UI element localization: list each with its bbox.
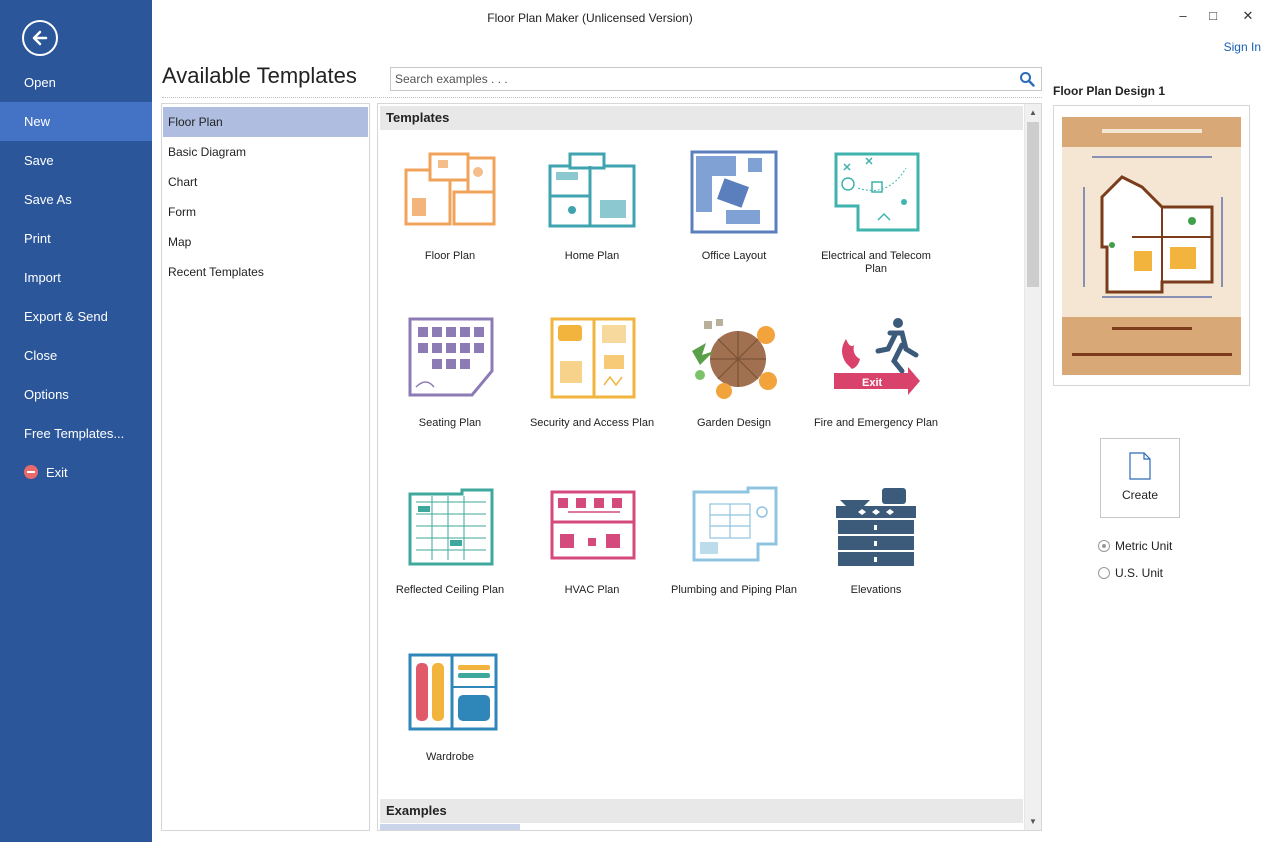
template-floor-plan[interactable]: Floor Plan	[379, 148, 521, 263]
sidebar-item-free-templates[interactable]: Free Templates...	[0, 414, 152, 453]
examples-loading-bar	[380, 824, 520, 830]
electrical-plan-thumbnail	[828, 148, 924, 236]
template-gallery: Templates Floor Plan Home Plan Office La…	[377, 103, 1042, 831]
sign-in-link[interactable]: Sign In	[1224, 40, 1261, 54]
search-input[interactable]	[391, 68, 991, 90]
wardrobe-thumbnail	[402, 649, 498, 737]
template-label: Wardrobe	[426, 751, 474, 763]
sidebar-item-exit[interactable]: Exit	[0, 453, 152, 492]
floor-plan-thumbnail	[402, 148, 498, 236]
maximize-button[interactable]: □	[1199, 6, 1227, 26]
template-fire-emergency[interactable]: Exit Fire and Emergency Plan	[805, 315, 947, 430]
sidebar-item-print[interactable]: Print	[0, 219, 152, 258]
template-hvac-plan[interactable]: HVAC Plan	[521, 482, 663, 597]
category-form[interactable]: Form	[163, 197, 368, 227]
template-reflected-ceiling[interactable]: Reflected Ceiling Plan	[379, 482, 521, 597]
sidebar-item-close[interactable]: Close	[0, 336, 152, 375]
hvac-plan-thumbnail	[544, 482, 640, 570]
template-label: Elevations	[850, 584, 902, 596]
sidebar-menu: Open New Save Save As Print Import Expor…	[0, 63, 152, 492]
page-title: Available Templates	[162, 63, 357, 88]
template-label: Fire and Emergency Plan	[813, 417, 939, 429]
home-plan-thumbnail	[544, 148, 640, 236]
seating-plan-thumbnail	[402, 315, 498, 403]
search-box	[390, 67, 1042, 91]
preview-frame	[1053, 105, 1250, 386]
floor-plan-preview-image	[1062, 117, 1241, 375]
template-seating-plan[interactable]: Seating Plan	[379, 315, 521, 430]
category-chart[interactable]: Chart	[163, 167, 368, 197]
scroll-up-arrow-icon[interactable]: ▲	[1025, 104, 1041, 121]
backstage-sidebar: Open New Save Save As Print Import Expor…	[0, 0, 152, 842]
category-recent-templates[interactable]: Recent Templates	[163, 257, 368, 287]
template-garden-design[interactable]: Garden Design	[663, 315, 805, 430]
radio-unchecked-icon	[1098, 567, 1110, 579]
category-basic-diagram[interactable]: Basic Diagram	[163, 137, 368, 167]
exit-icon	[24, 465, 38, 479]
vertical-scrollbar[interactable]: ▲ ▼	[1024, 104, 1041, 830]
template-office-layout[interactable]: Office Layout	[663, 148, 805, 263]
fire-emergency-thumbnail: Exit	[828, 315, 924, 403]
template-electrical-telecom[interactable]: Electrical and Telecom Plan	[805, 148, 947, 276]
template-label: Plumbing and Piping Plan	[671, 584, 797, 596]
sidebar-item-save[interactable]: Save	[0, 141, 152, 180]
us-unit-radio[interactable]: U.S. Unit	[1098, 566, 1163, 580]
radio-checked-icon	[1098, 540, 1110, 552]
svg-text:Exit: Exit	[862, 377, 883, 389]
examples-section-header: Examples	[380, 799, 1023, 823]
category-floor-plan[interactable]: Floor Plan	[163, 107, 368, 137]
template-plumbing-piping[interactable]: Plumbing and Piping Plan	[663, 482, 805, 597]
create-button-label: Create	[1121, 488, 1159, 502]
minimize-button[interactable]: –	[1169, 6, 1197, 26]
template-security-access[interactable]: Security and Access Plan	[521, 315, 663, 430]
sidebar-item-exit-label: Exit	[46, 465, 68, 480]
sidebar-item-open[interactable]: Open	[0, 63, 152, 102]
template-wardrobe[interactable]: Wardrobe	[379, 649, 521, 764]
close-button[interactable]: ✕	[1234, 6, 1262, 26]
template-label: Home Plan	[564, 250, 620, 262]
back-arrow-icon[interactable]	[22, 20, 58, 56]
template-label: Garden Design	[697, 417, 771, 429]
elevations-thumbnail	[828, 482, 924, 570]
metric-unit-radio[interactable]: Metric Unit	[1098, 539, 1172, 553]
templates-section-header: Templates	[380, 106, 1023, 130]
metric-unit-label: Metric Unit	[1115, 539, 1173, 553]
search-icon[interactable]	[1019, 71, 1035, 90]
template-elevations[interactable]: Elevations	[805, 482, 947, 597]
us-unit-label: U.S. Unit	[1115, 566, 1164, 580]
template-label: Reflected Ceiling Plan	[395, 584, 505, 596]
template-home-plan[interactable]: Home Plan	[521, 148, 663, 263]
ceiling-plan-thumbnail	[402, 482, 498, 570]
category-map[interactable]: Map	[163, 227, 368, 257]
sidebar-item-options[interactable]: Options	[0, 375, 152, 414]
separator	[162, 97, 1042, 98]
sidebar-item-new[interactable]: New	[0, 102, 152, 141]
template-label: Floor Plan	[424, 250, 476, 262]
new-document-icon	[1129, 452, 1151, 480]
template-label: Office Layout	[701, 250, 767, 262]
garden-design-thumbnail	[686, 315, 782, 403]
sidebar-item-save-as[interactable]: Save As	[0, 180, 152, 219]
template-label: Security and Access Plan	[529, 417, 655, 429]
office-layout-thumbnail	[686, 148, 782, 236]
sidebar-item-import[interactable]: Import	[0, 258, 152, 297]
category-list: Floor Plan Basic Diagram Chart Form Map …	[161, 103, 370, 831]
template-label: Seating Plan	[418, 417, 482, 429]
plumbing-plan-thumbnail	[686, 482, 782, 570]
preview-title: Floor Plan Design 1	[1053, 84, 1166, 98]
create-button[interactable]: Create	[1100, 438, 1180, 518]
scroll-thumb[interactable]	[1027, 122, 1039, 287]
security-plan-thumbnail	[544, 315, 640, 403]
sidebar-item-export-send[interactable]: Export & Send	[0, 297, 152, 336]
template-label: Electrical and Telecom Plan	[821, 250, 931, 275]
window-title: Floor Plan Maker (Unlicensed Version)	[487, 11, 693, 25]
template-label: HVAC Plan	[564, 584, 620, 596]
scroll-down-arrow-icon[interactable]: ▼	[1025, 813, 1041, 830]
